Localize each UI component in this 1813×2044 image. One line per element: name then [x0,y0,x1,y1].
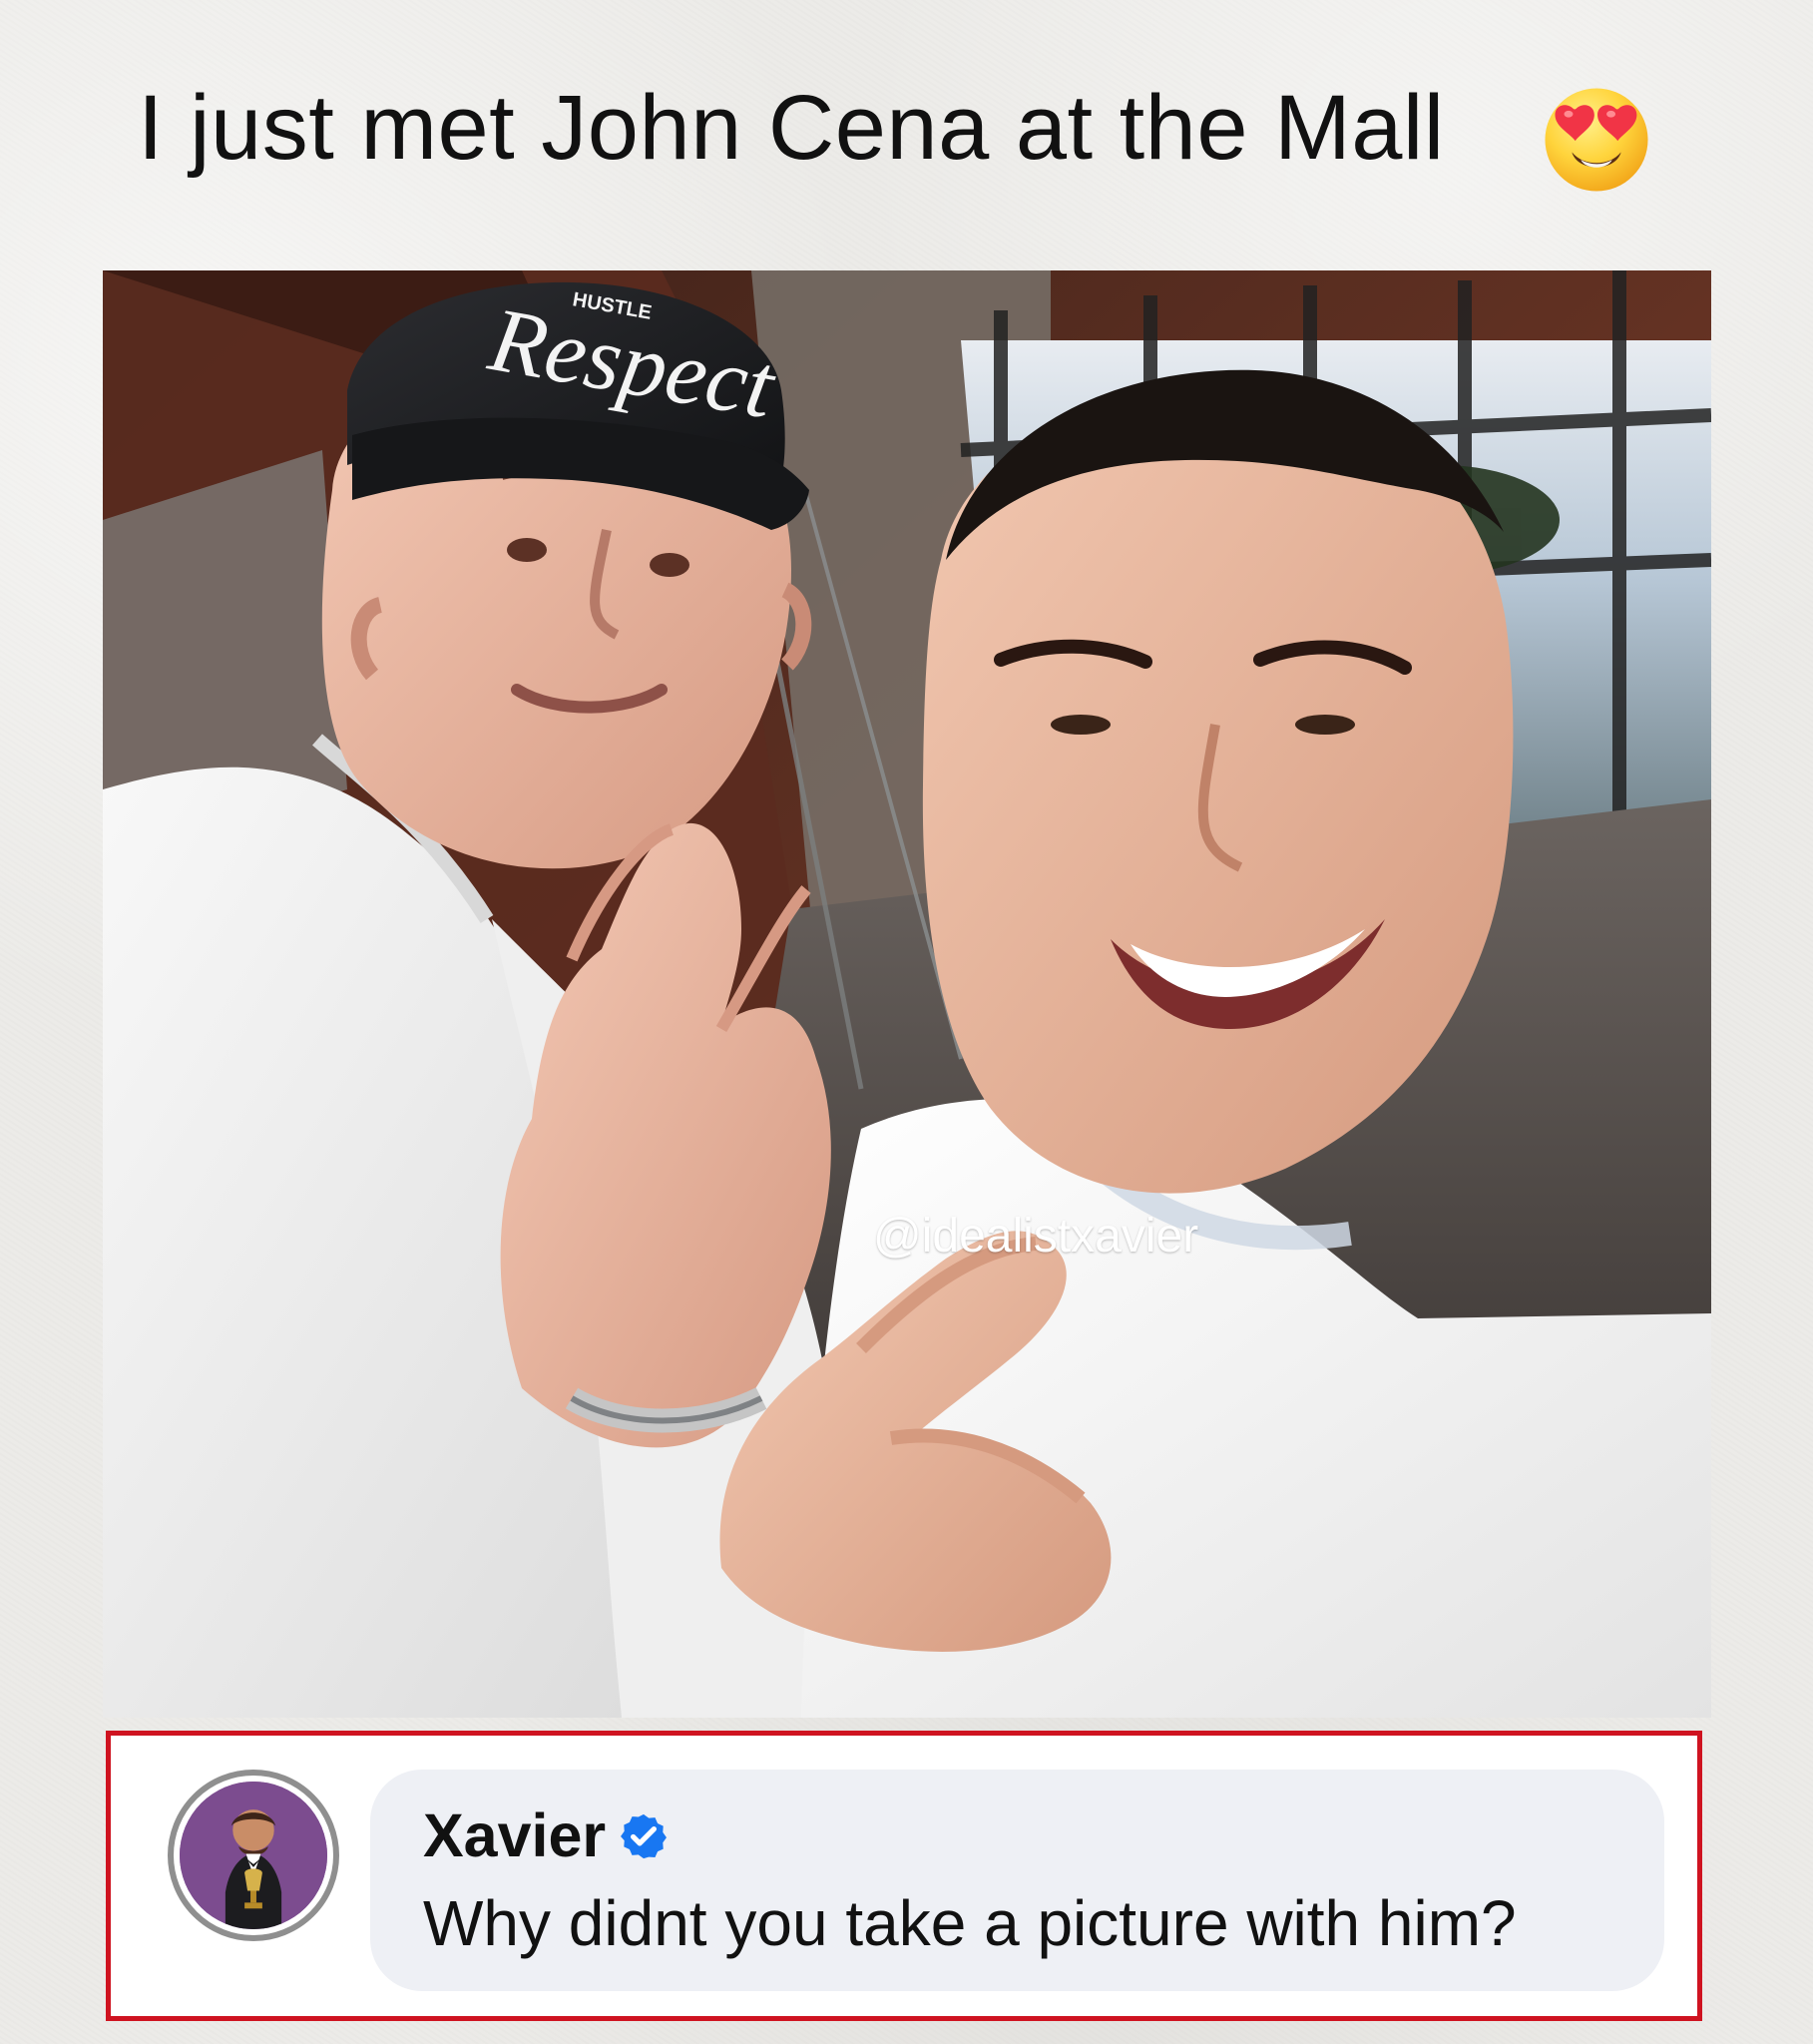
post-title: I just met John Cena at the Mall [138,77,1445,179]
avatar[interactable] [168,1770,339,1941]
post-photo: Respect HUSTLE @idealistxavier [103,270,1711,1718]
comment-bubble: Xavier Why didnt you take a picture with… [370,1770,1664,1991]
comment-text: Why didnt you take a picture with him? [423,1887,1517,1959]
photo-watermark: @idealistxavier [873,1210,1199,1263]
comment-author-row: Xavier [423,1805,670,1866]
comment-author[interactable]: Xavier [423,1805,606,1866]
avatar-image [180,1782,327,1929]
verified-badge-icon [621,1813,668,1858]
highlighted-comment: Xavier Why didnt you take a picture with… [106,1731,1702,2021]
heart-eyes-emoji-icon [1545,88,1648,192]
